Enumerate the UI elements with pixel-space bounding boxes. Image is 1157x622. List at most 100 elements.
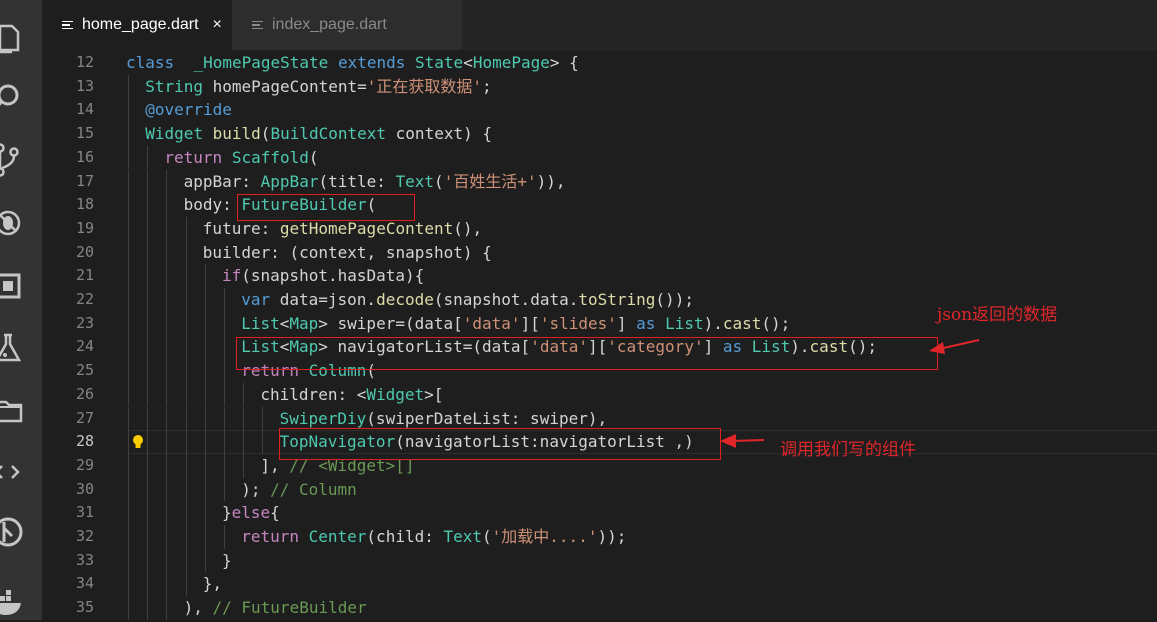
lightbulb-icon[interactable]	[132, 434, 144, 454]
indent-guide	[185, 359, 187, 383]
code-line[interactable]: 15 Widget build(BuildContext context) {	[42, 122, 1157, 146]
code-line[interactable]: 20 builder: (context, snapshot) {	[42, 240, 1157, 265]
file-lines-icon	[252, 20, 264, 30]
code-line[interactable]: 16 return Scaffold(	[42, 145, 1157, 170]
code-line[interactable]: 34},	[42, 572, 1157, 597]
search-icon[interactable]	[0, 78, 42, 118]
indent-guide	[262, 430, 264, 454]
indent-guide	[204, 382, 206, 407]
line-number: 14	[75, 100, 94, 119]
highlight-box-navigatorlist	[236, 337, 938, 370]
line-number: 27	[75, 408, 94, 427]
code-token: return	[241, 527, 299, 546]
code-line[interactable]: 13 String homePageContent='正在获取数据';	[42, 74, 1157, 99]
indent-guide	[128, 311, 129, 336]
code-token: Center	[308, 527, 367, 546]
indent-guide	[128, 240, 129, 265]
indent-guide	[166, 359, 168, 383]
indent-guide	[204, 501, 206, 525]
indent-guide	[166, 311, 168, 336]
code-line[interactable]: 19 future: getHomePageContent(),	[42, 216, 1157, 241]
code-text: builder: (context, snapshot) {	[203, 241, 492, 265]
code-icon[interactable]	[0, 452, 42, 492]
line-number: 18	[75, 195, 94, 214]
code-token: ]	[616, 313, 637, 333]
code-editor[interactable]: 35), // FutureBuilder 34}, 33} 32 return Cen…	[42, 50, 1157, 620]
code-token: _HomePageState	[193, 53, 329, 72]
code-token: future:	[202, 218, 280, 238]
indent-guide	[204, 525, 206, 549]
tab-label: home_page.dart	[82, 16, 199, 33]
docker-icon[interactable]	[0, 582, 42, 622]
code-line[interactable]: 18 body: FutureBuilder(	[42, 193, 1157, 217]
git-icon[interactable]	[0, 512, 42, 552]
indent-guide	[128, 572, 129, 597]
code-line[interactable]: 31}else{	[42, 501, 1157, 525]
code-token: List	[665, 313, 704, 333]
indent-guide	[185, 453, 187, 478]
code-line[interactable]: 35), // FutureBuilder	[42, 596, 1157, 620]
indent-guide	[147, 406, 149, 431]
indent-guide	[147, 382, 149, 407]
indent-guide	[128, 430, 129, 454]
debug-icon[interactable]	[0, 202, 42, 242]
code-token: 'data'	[462, 313, 521, 333]
code-line[interactable]: 14 @override	[42, 98, 1157, 123]
code-text: return Center(child: Text('加载中....'));	[241, 525, 626, 549]
code-token: <	[279, 313, 290, 333]
flask-icon[interactable]	[0, 328, 42, 368]
indent-guide	[166, 216, 168, 241]
indent-guide	[147, 525, 149, 549]
indent-guide	[185, 406, 187, 431]
indent-guide	[147, 596, 149, 620]
code-token: '百姓生活+'	[443, 171, 537, 191]
tab-index-page-dart[interactable]: index_page.dart	[232, 0, 462, 50]
indent-guide	[243, 430, 245, 454]
code-line[interactable]: 32 return Center(child: Text('加载中....'));	[42, 525, 1157, 549]
indent-guide	[224, 453, 225, 478]
folder-icon[interactable]	[0, 390, 42, 430]
indent-guide	[166, 169, 168, 194]
line-number: 15	[75, 124, 94, 143]
indent-guide	[166, 406, 168, 431]
explorer-icon[interactable]	[0, 18, 42, 58]
indent-guide	[147, 430, 149, 454]
activity-bar	[0, 0, 42, 620]
code-line[interactable]: 30); // Column	[42, 477, 1157, 502]
code-line[interactable]: 12 class _HomePageState extends State<Hom…	[42, 51, 1157, 75]
code-line[interactable]: 26 children: <Widget>[	[42, 382, 1157, 407]
indent-guide	[204, 406, 206, 431]
indent-guide	[147, 548, 149, 573]
indent-guide	[204, 477, 206, 502]
code-token: <	[463, 53, 473, 72]
indent-guide	[147, 288, 149, 312]
indent-guide	[128, 453, 129, 478]
indent-guide	[166, 382, 168, 407]
code-token: else	[231, 503, 271, 523]
code-token: toString	[578, 290, 656, 309]
tab-home-page-dart[interactable]: home_page.dart ×	[42, 0, 232, 50]
indent-guide	[224, 406, 225, 431]
code-line[interactable]: 17 appBar: AppBar(title: Text('百姓生活+')),	[42, 169, 1157, 194]
indent-guide	[147, 501, 149, 525]
code-token: ();	[761, 313, 791, 333]
code-line[interactable]: 21 if(snapshot.hasData){	[42, 264, 1157, 288]
code-token: @override	[145, 100, 232, 120]
indent-guide	[204, 430, 206, 454]
source-control-icon[interactable]	[0, 140, 42, 180]
code-token: ][	[520, 313, 540, 333]
close-icon[interactable]: ×	[213, 16, 222, 34]
code-line[interactable]: 33}	[42, 548, 1157, 573]
indent-guide	[147, 193, 149, 217]
indent-guide	[166, 193, 168, 217]
code-line[interactable]: 27 SwiperDiy(swiperDateList: swiper),	[42, 406, 1157, 431]
code-token: var	[241, 290, 271, 309]
code-token: );	[241, 479, 271, 499]
indent-guide	[224, 382, 225, 407]
extensions-icon[interactable]	[0, 266, 42, 306]
indent-guide	[185, 240, 187, 265]
line-number: 32	[75, 527, 94, 545]
code-text: return Scaffold(	[164, 146, 318, 170]
indent-guide	[185, 501, 187, 525]
